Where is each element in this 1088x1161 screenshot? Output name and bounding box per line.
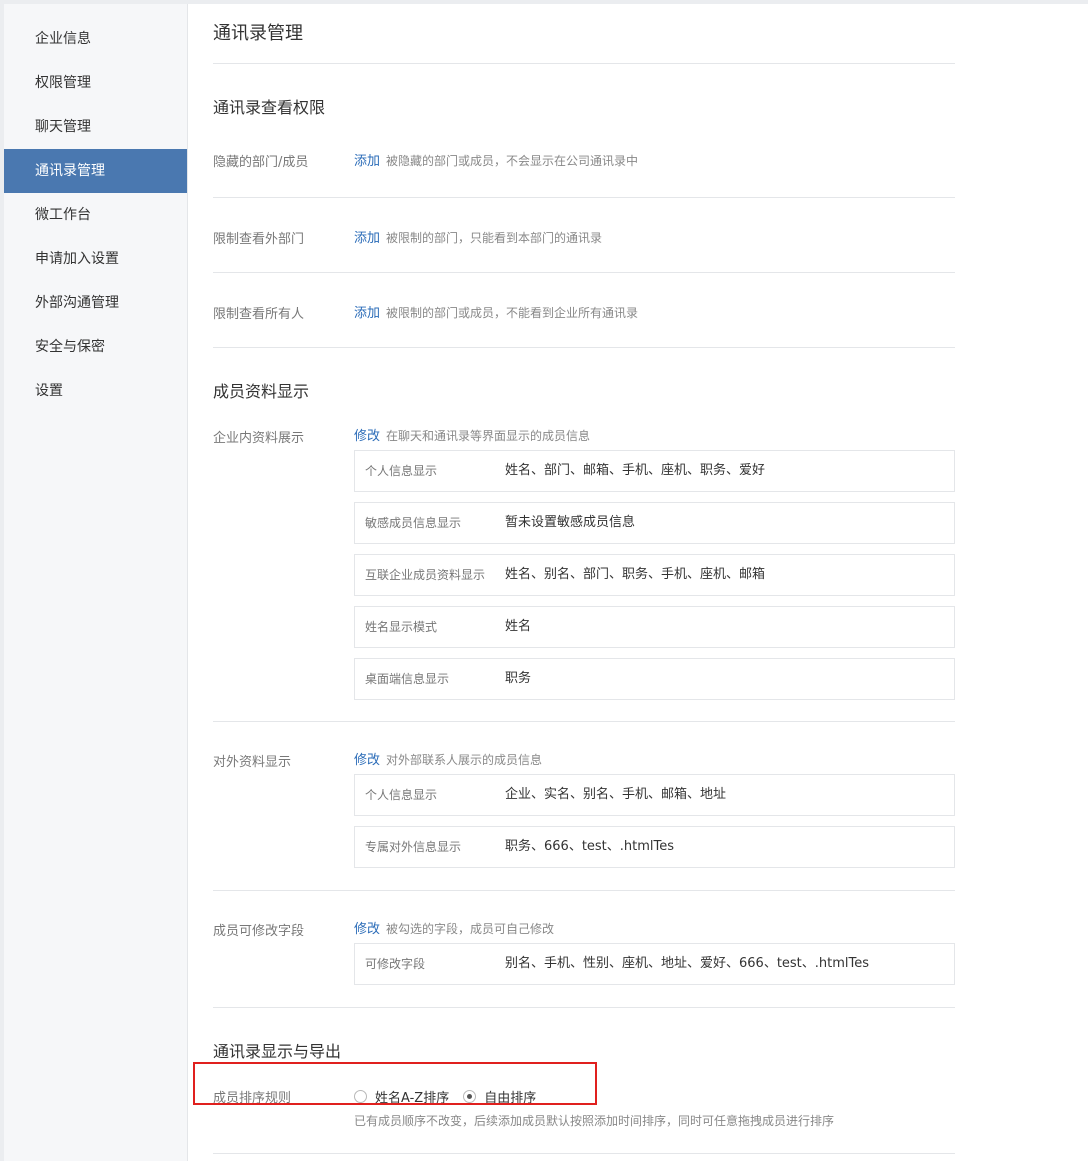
info-box: 可修改字段 别名、手机、性别、座机、地址、爱好、666、test、.htmlTes bbox=[354, 943, 955, 985]
edit-internal-link[interactable]: 修改 bbox=[354, 429, 380, 444]
info-key: 可修改字段 bbox=[365, 957, 426, 971]
action-desc: 被限制的部门，只能看到本部门的通讯录 bbox=[386, 231, 603, 245]
action-line: 添加 被限制的部门，只能看到本部门的通讯录 bbox=[354, 231, 603, 246]
info-box: 个人信息显示 企业、实名、别名、手机、邮箱、地址 bbox=[354, 774, 955, 816]
info-box: 个人信息显示 姓名、部门、邮箱、手机、座机、职务、爱好 bbox=[354, 450, 955, 492]
row-restrict-all: 限制查看所有人 添加 被限制的部门或成员，不能看到企业所有通讯录 bbox=[213, 273, 955, 348]
sidebar-item-chat[interactable]: 聊天管理 bbox=[4, 105, 187, 149]
info-value: 姓名 bbox=[505, 619, 532, 634]
row-hidden-members: 隐藏的部门/成员 添加 被隐藏的部门或成员，不会显示在公司通讯录中 bbox=[213, 134, 955, 198]
action-desc: 被隐藏的部门或成员，不会显示在公司通讯录中 bbox=[386, 154, 639, 168]
action-desc: 被勾选的字段，成员可自己修改 bbox=[386, 922, 555, 936]
action-desc: 对外部联系人展示的成员信息 bbox=[386, 753, 543, 767]
info-value: 职务、666、test、.htmlTes bbox=[505, 839, 675, 854]
info-box: 桌面端信息显示 职务 bbox=[354, 658, 955, 700]
action-line: 修改 在聊天和通讯录等界面显示的成员信息 bbox=[354, 425, 955, 444]
info-box: 姓名显示模式 姓名 bbox=[354, 606, 955, 648]
section-title-view: 通讯录查看权限 bbox=[213, 98, 326, 117]
page-title: 通讯录管理 bbox=[213, 4, 955, 64]
info-key: 专属对外信息显示 bbox=[365, 840, 462, 854]
action-line: 添加 被隐藏的部门或成员，不会显示在公司通讯录中 bbox=[354, 154, 639, 169]
sidebar-item-settings[interactable]: 设置 bbox=[4, 369, 187, 413]
info-key: 敏感成员信息显示 bbox=[365, 516, 462, 530]
info-box: 互联企业成员资料显示 姓名、别名、部门、职务、手机、座机、邮箱 bbox=[354, 554, 955, 596]
add-restrict-dept-link[interactable]: 添加 bbox=[354, 231, 380, 246]
row-label: 对外资料显示 bbox=[213, 755, 292, 770]
action-line: 修改 对外部联系人展示的成员信息 bbox=[354, 749, 955, 768]
row-body: 修改 对外部联系人展示的成员信息 个人信息显示 企业、实名、别名、手机、邮箱、地址 … bbox=[354, 722, 955, 868]
row-internal-profile: 企业内资料展示 修改 在聊天和通讯录等界面显示的成员信息 个人信息显示 姓名、部门、… bbox=[213, 420, 955, 722]
info-value: 姓名、部门、邮箱、手机、座机、职务、爱好 bbox=[505, 463, 766, 478]
sort-hint: 已有成员顺序不改变，后续添加成员默认按照添加时间排序，同时可任意拖拽成员进行排序 bbox=[354, 1114, 835, 1128]
sidebar-item-permissions[interactable]: 权限管理 bbox=[4, 61, 187, 105]
sidebar: 企业信息 权限管理 聊天管理 通讯录管理 微工作台 申请加入设置 外部沟通管理 … bbox=[4, 4, 188, 1161]
action-line: 修改 被勾选的字段，成员可自己修改 bbox=[354, 918, 955, 937]
sidebar-item-company-info[interactable]: 企业信息 bbox=[4, 17, 187, 61]
info-value: 企业、实名、别名、手机、邮箱、地址 bbox=[505, 787, 727, 802]
edit-external-link[interactable]: 修改 bbox=[354, 753, 380, 768]
highlight-box bbox=[193, 1062, 597, 1105]
row-restrict-dept: 限制查看外部门 添加 被限制的部门，只能看到本部门的通讯录 bbox=[213, 198, 955, 273]
info-value: 姓名、别名、部门、职务、手机、座机、邮箱 bbox=[505, 567, 766, 582]
sidebar-item-contacts[interactable]: 通讯录管理 bbox=[4, 149, 187, 193]
info-box: 专属对外信息显示 职务、666、test、.htmlTes bbox=[354, 826, 955, 868]
info-box: 敏感成员信息显示 暂未设置敏感成员信息 bbox=[354, 502, 955, 544]
action-desc: 在聊天和通讯录等界面显示的成员信息 bbox=[386, 429, 591, 443]
info-value: 暂未设置敏感成员信息 bbox=[505, 515, 636, 530]
row-label: 成员可修改字段 bbox=[213, 924, 305, 939]
main-content: 通讯录管理 通讯录查看权限 隐藏的部门/成员 添加 被隐藏的部门或成员，不会显示在… bbox=[213, 4, 955, 1154]
row-label: 限制查看所有人 bbox=[213, 307, 305, 322]
section-title-profile: 成员资料显示 bbox=[213, 382, 310, 401]
row-body: 修改 被勾选的字段，成员可自己修改 可修改字段 别名、手机、性别、座机、地址、爱好、… bbox=[354, 891, 955, 985]
action-desc: 被限制的部门或成员，不能看到企业所有通讯录 bbox=[386, 306, 639, 320]
info-value: 别名、手机、性别、座机、地址、爱好、666、test、.htmlTes bbox=[505, 956, 870, 971]
edit-editable-link[interactable]: 修改 bbox=[354, 922, 380, 937]
row-external-profile: 对外资料显示 修改 对外部联系人展示的成员信息 个人信息显示 企业、实名、别名、手机… bbox=[213, 722, 955, 891]
row-editable-fields: 成员可修改字段 修改 被勾选的字段，成员可自己修改 可修改字段 别名、手机、性别、座… bbox=[213, 891, 955, 1008]
row-label: 隐藏的部门/成员 bbox=[213, 155, 309, 170]
info-key: 互联企业成员资料显示 bbox=[365, 568, 486, 582]
info-key: 个人信息显示 bbox=[365, 464, 438, 478]
sidebar-item-workbench[interactable]: 微工作台 bbox=[4, 193, 187, 237]
row-body: 修改 在聊天和通讯录等界面显示的成员信息 个人信息显示 姓名、部门、邮箱、手机、座机… bbox=[354, 420, 955, 700]
app-frame: 企业信息 权限管理 聊天管理 通讯录管理 微工作台 申请加入设置 外部沟通管理 … bbox=[4, 4, 1088, 1161]
info-key: 姓名显示模式 bbox=[365, 620, 438, 634]
add-restrict-all-link[interactable]: 添加 bbox=[354, 306, 380, 321]
row-label: 限制查看外部门 bbox=[213, 232, 305, 247]
row-body: 添加 被限制的部门，只能看到本部门的通讯录 bbox=[354, 198, 955, 246]
info-key: 个人信息显示 bbox=[365, 788, 438, 802]
info-key: 桌面端信息显示 bbox=[365, 672, 450, 686]
row-body: 添加 被隐藏的部门或成员，不会显示在公司通讯录中 bbox=[354, 134, 955, 169]
sidebar-item-security[interactable]: 安全与保密 bbox=[4, 325, 187, 369]
add-hidden-link[interactable]: 添加 bbox=[354, 154, 380, 169]
info-value: 职务 bbox=[505, 671, 532, 686]
row-body: 添加 被限制的部门或成员，不能看到企业所有通讯录 bbox=[354, 273, 955, 321]
action-line: 添加 被限制的部门或成员，不能看到企业所有通讯录 bbox=[354, 306, 639, 321]
sidebar-item-join-settings[interactable]: 申请加入设置 bbox=[4, 237, 187, 281]
sidebar-item-external[interactable]: 外部沟通管理 bbox=[4, 281, 187, 325]
row-label: 企业内资料展示 bbox=[213, 431, 305, 446]
